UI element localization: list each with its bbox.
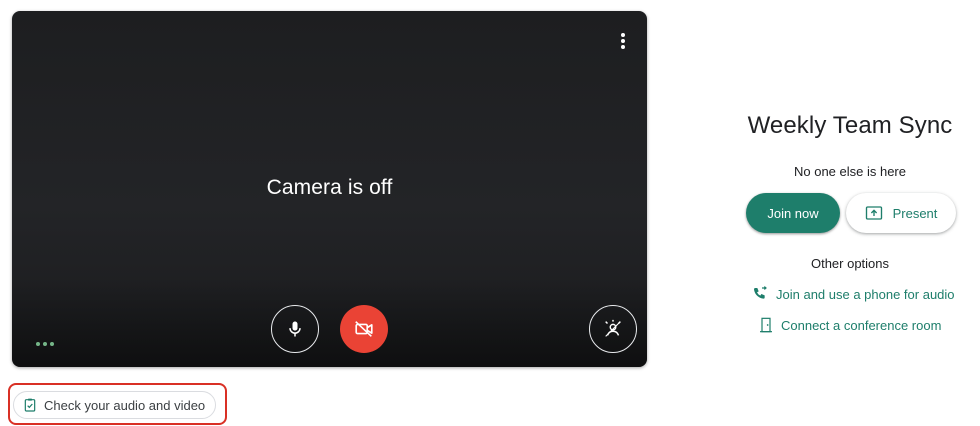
more-vert-icon (621, 33, 625, 49)
present-label: Present (892, 205, 938, 221)
phone-forward-icon (754, 286, 767, 299)
more-options-button[interactable] (609, 27, 637, 55)
participants-status: No one else is here (793, 164, 906, 179)
visual-effects-button[interactable] (589, 305, 637, 353)
other-options-heading: Other options (810, 256, 890, 271)
check-audio-video-button[interactable]: Check your audio and video (13, 391, 216, 419)
join-by-phone-label: Join and use a phone for audio (776, 286, 955, 302)
audio-level-indicator (36, 342, 54, 346)
visual-effects-icon (605, 319, 621, 337)
camera-off-label: Camera is off (266, 176, 393, 199)
microphone-toggle-button[interactable] (271, 305, 319, 353)
videocam-off-icon (355, 321, 373, 337)
clipboard-check-icon (24, 398, 36, 412)
join-now-button[interactable]: Join now (746, 193, 840, 233)
join-by-phone-link[interactable]: Join and use a phone for audio (752, 286, 955, 302)
video-preview: Camera is off (12, 11, 647, 367)
meeting-title: Weekly Team Sync (747, 112, 953, 139)
connect-room-link[interactable]: Connect a conference room (759, 317, 941, 333)
present-button[interactable]: Present (846, 193, 956, 233)
door-icon (760, 317, 772, 333)
check-audio-video-label: Check your audio and video (44, 397, 206, 413)
mic-icon (289, 321, 301, 337)
camera-toggle-button[interactable] (340, 305, 388, 353)
meet-prejoin-page: Camera is off Check your audio and video… (0, 0, 980, 426)
connect-room-label: Connect a conference room (781, 317, 942, 333)
present-to-all-icon (865, 206, 882, 220)
